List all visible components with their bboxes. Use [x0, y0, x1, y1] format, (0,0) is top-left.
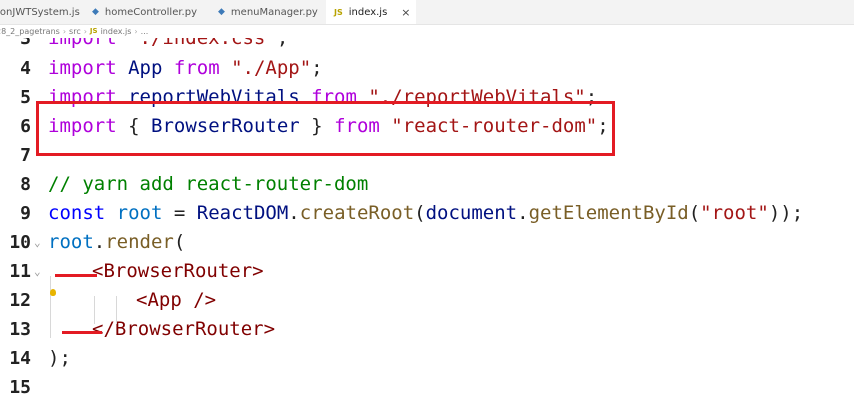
line-number: 11: [9, 261, 31, 282]
close-icon[interactable]: ×: [401, 6, 410, 19]
code-line-12: 12 <App />: [0, 286, 854, 315]
line-number: 5: [20, 87, 31, 108]
code-line-3: 3 import "./index.css";: [0, 38, 854, 53]
tab-label: homeController.py: [104, 6, 197, 18]
line-number: 4: [20, 58, 31, 79]
code-text: </BrowserRouter>: [92, 318, 276, 340]
code-line-10: 10 ⌄ root.render(: [0, 228, 854, 257]
line-number: 12: [9, 290, 31, 311]
code-text: root.render(: [48, 231, 186, 253]
breadcrumb-separator: ›: [134, 26, 138, 36]
code-text: const root = ReactDOM.createRoot(documen…: [48, 202, 804, 224]
tab-homecontroller[interactable]: ◆ homeController.py: [92, 0, 212, 24]
breadcrumb-separator: ›: [62, 26, 67, 36]
js-file-icon: JS: [89, 27, 98, 35]
code-line-9: 9 const root = ReactDOM.createRoot(docum…: [0, 199, 854, 228]
code-text: );: [48, 347, 71, 369]
line-number: 15: [9, 377, 31, 398]
chevron-down-icon[interactable]: ⌄: [34, 257, 41, 286]
breadcrumb-file[interactable]: index.js: [101, 27, 132, 36]
annotation-highlight-box: [36, 101, 615, 156]
tab-label: index.js: [348, 6, 388, 18]
indent-guide: [94, 296, 95, 324]
indent-guide: [50, 276, 51, 338]
code-line-8: 8 // yarn add react-router-dom: [0, 170, 854, 199]
breadcrumb-folder[interactable]: 28_2_pagetrans: [0, 27, 60, 36]
tab-vonjwtsystem[interactable]: vonJWTSystem.js: [0, 0, 80, 24]
code-line-13: 13 </BrowserRouter>: [0, 315, 854, 344]
code-line-14: 14 );: [0, 344, 854, 373]
tab-menumanager[interactable]: ◆ menuManager.py: [218, 0, 326, 24]
line-number: 13: [9, 319, 31, 340]
code-text: import "./index.css";: [48, 38, 289, 49]
line-number: 6: [20, 116, 31, 137]
line-number: 8: [20, 174, 31, 195]
breadcrumb: 28_2_pagetrans › src › JS index.js › ...: [0, 24, 854, 38]
tab-label: vonJWTSystem.js: [0, 6, 80, 18]
tab-label: menuManager.py: [230, 6, 318, 18]
code-text: <App />: [136, 289, 217, 311]
indent-guide: [116, 296, 117, 324]
python-file-icon: ◆: [92, 7, 99, 17]
breadcrumb-src[interactable]: src: [69, 27, 81, 36]
line-number: 7: [20, 145, 31, 166]
code-line-4: 4 import App from "./App";: [0, 54, 854, 83]
annotation-arrow: [62, 331, 102, 334]
code-editor[interactable]: 3 import "./index.css"; 4 import App fro…: [0, 38, 854, 404]
python-file-icon: ◆: [218, 7, 225, 17]
code-text: import App from "./App";: [48, 57, 323, 79]
code-line-11: 11 ⌄ <BrowserRouter>: [0, 257, 854, 286]
line-number: 3: [20, 38, 31, 49]
tab-index-js[interactable]: JS index.js ×: [326, 0, 416, 24]
breadcrumb-separator: ›: [83, 26, 87, 36]
code-line-15: 15: [0, 373, 854, 402]
js-file-icon: JS: [334, 7, 343, 17]
lightbulb-icon[interactable]: [50, 289, 56, 296]
line-number: 14: [9, 348, 31, 369]
line-number: 10: [9, 232, 31, 253]
line-number: 9: [20, 203, 31, 224]
breadcrumb-symbol[interactable]: ...: [141, 27, 149, 36]
editor-tab-bar: vonJWTSystem.js ◆ homeController.py ◆ me…: [0, 0, 854, 25]
code-comment: // yarn add react-router-dom: [48, 173, 369, 195]
annotation-arrow: [55, 274, 97, 277]
chevron-down-icon[interactable]: ⌄: [34, 228, 41, 257]
code-text: <BrowserRouter>: [92, 260, 264, 282]
